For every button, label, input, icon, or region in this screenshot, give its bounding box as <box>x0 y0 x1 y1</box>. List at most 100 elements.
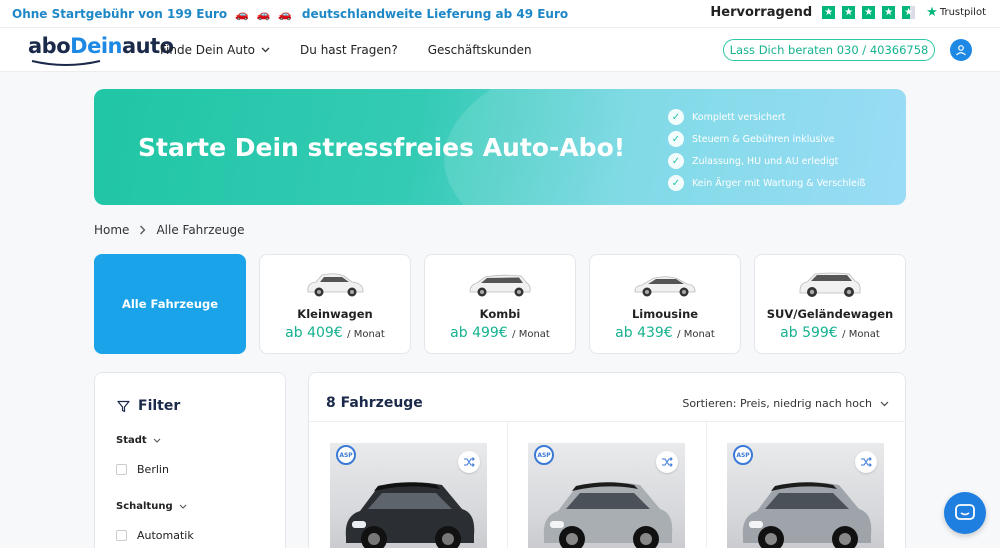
chat-icon <box>955 504 975 520</box>
filter-group-label: Stadt <box>116 435 147 446</box>
promo-bar: Ohne Startgebühr von 199 Euro 🚗 🚗 🚗 deut… <box>0 0 1000 28</box>
benefit-text: Steuern & Gebühren inklusive <box>692 133 835 145</box>
nav-item-label: Geschäftskunden <box>427 43 532 57</box>
chevron-down-icon <box>880 401 889 406</box>
nav-item-finde-dein-auto[interactable]: Finde Dein Auto <box>160 43 270 57</box>
nav-menu: Finde Dein Auto Du hast Fragen? Geschäft… <box>160 43 532 57</box>
category-name: Kombi <box>479 307 521 321</box>
price-value: ab 499€ <box>450 325 508 341</box>
site-logo[interactable]: aboDeinauto <box>28 34 174 58</box>
filter-option-label: Automatik <box>137 529 194 542</box>
category-name: SUV/Geländewagen <box>766 307 894 321</box>
filter-heading: Filter <box>117 398 180 414</box>
category-price: ab 409€ / Monat <box>260 325 410 341</box>
filter-group-stadt[interactable]: Stadt <box>116 435 161 446</box>
main-nav: aboDeinauto Finde Dein Auto Du hast Frag… <box>0 28 1000 72</box>
vehicle-card[interactable]: ASP <box>528 443 685 548</box>
logo-prefix: abo <box>28 34 71 58</box>
category-suv[interactable]: SUV/Geländewagen ab 599€ / Monat <box>754 254 906 354</box>
trustpilot-label: Trustpilot <box>939 7 986 18</box>
sort-label: Sortieren: Preis, niedrig nach hoch <box>682 397 872 410</box>
suv-car-icon <box>799 272 861 297</box>
trustpilot-star-icon: ★ <box>926 5 938 20</box>
funnel-icon <box>117 400 130 412</box>
trustpilot-logo: ★ Trustpilot <box>926 5 986 20</box>
price-value: ab 439€ <box>615 325 673 341</box>
category-limousine[interactable]: Limousine ab 439€ / Monat <box>589 254 741 354</box>
breadcrumb: Home Alle Fahrzeuge <box>94 223 245 237</box>
chat-launcher-button[interactable] <box>944 492 986 534</box>
filter-option-automatik[interactable]: Automatik <box>116 529 194 542</box>
chevron-down-icon <box>261 47 270 53</box>
category-price: ab 439€ / Monat <box>590 325 740 341</box>
divider <box>309 421 905 422</box>
consult-phone-button[interactable]: Lass Dich beraten 030 / 40366758 <box>723 39 935 61</box>
breadcrumb-home[interactable]: Home <box>94 223 129 237</box>
benefit-list: ✓ Komplett versichert ✓ Steuern & Gebühren… <box>668 106 866 194</box>
car-photo <box>543 482 673 548</box>
nav-item-geschaeftskunden[interactable]: Geschäftskunden <box>428 43 532 57</box>
trustpilot-rating[interactable]: Hervorragend ★ ★ ★ ★ ★ ★ Trustpilot <box>710 5 986 20</box>
divider <box>706 421 707 548</box>
benefit-text: Komplett versichert <box>692 111 786 123</box>
car-photo <box>742 482 872 548</box>
chevron-right-icon <box>140 225 146 235</box>
half-star-icon: ★ <box>902 6 916 19</box>
category-all-vehicles[interactable]: Alle Fahrzeuge <box>94 254 246 354</box>
vehicle-card[interactable]: ASP <box>330 443 487 548</box>
estate-car-icon <box>469 274 531 297</box>
price-unit: / Monat <box>677 329 715 340</box>
filter-panel: Filter Stadt Berlin Schaltung Automatik <box>94 372 286 548</box>
benefit-text: Zulassung, HU und AU erledigt <box>692 155 839 167</box>
category-kleinwagen[interactable]: Kleinwagen ab 409€ / Monat <box>259 254 411 354</box>
star-icon: ★ <box>862 6 876 19</box>
star-icon: ★ <box>842 6 856 19</box>
user-icon <box>956 45 966 56</box>
check-icon: ✓ <box>668 131 684 147</box>
vehicle-card[interactable]: ASP <box>727 443 884 548</box>
chevron-down-icon <box>153 438 161 443</box>
benefit-text: Kein Ärger mit Wartung & Verschleiß <box>692 177 866 189</box>
nav-item-fragen[interactable]: Du hast Fragen? <box>300 43 398 57</box>
category-kombi[interactable]: Kombi ab 499€ / Monat <box>424 254 576 354</box>
divider <box>507 421 508 548</box>
check-icon: ✓ <box>668 153 684 169</box>
category-name: Kleinwagen <box>297 307 373 321</box>
hero-banner: Starte Dein stressfreies Auto-Abo! ✓ Komp… <box>94 89 906 205</box>
filter-group-schaltung[interactable]: Schaltung <box>116 501 187 512</box>
benefit-item: ✓ Kein Ärger mit Wartung & Verschleiß <box>668 172 866 194</box>
nav-item-label: Du hast Fragen? <box>300 43 398 57</box>
price-value: ab 409€ <box>285 325 343 341</box>
filter-option-label: Berlin <box>137 463 169 476</box>
checkbox[interactable] <box>116 530 127 541</box>
rating-label: Hervorragend <box>710 5 813 20</box>
results-panel: 8 Fahrzeuge Sortieren: Preis, niedrig na… <box>308 372 906 548</box>
filter-option-berlin[interactable]: Berlin <box>116 463 169 476</box>
sedan-car-icon <box>634 276 696 297</box>
price-value: ab 599€ <box>780 325 838 341</box>
promo-delivery: deutschlandweite Lieferung ab 49 Euro <box>301 7 569 21</box>
category-price: ab 599€ / Monat <box>755 325 905 341</box>
category-name: Limousine <box>631 307 699 321</box>
filter-title: Filter <box>138 398 181 414</box>
benefit-item: ✓ Steuern & Gebühren inklusive <box>668 128 866 150</box>
check-icon: ✓ <box>668 175 684 191</box>
price-unit: / Monat <box>512 329 550 340</box>
promo-left: Ohne Startgebühr von 199 Euro 🚗 🚗 🚗 deut… <box>12 7 568 21</box>
breadcrumb-current: Alle Fahrzeuge <box>156 223 245 237</box>
car-emoji-icons: 🚗 🚗 🚗 <box>235 7 294 21</box>
promo-start-fee: Ohne Startgebühr von 199 Euro <box>12 7 228 21</box>
nav-item-label: Finde Dein Auto <box>160 43 256 57</box>
category-label: Alle Fahrzeuge <box>121 297 219 311</box>
price-unit: / Monat <box>347 329 385 340</box>
hero-title: Starte Dein stressfreies Auto-Abo! <box>138 133 626 162</box>
checkbox[interactable] <box>116 464 127 475</box>
logo-accent: Dein <box>70 34 122 58</box>
category-price: ab 499€ / Monat <box>425 325 575 341</box>
account-button[interactable] <box>950 39 972 61</box>
sort-dropdown[interactable]: Sortieren: Preis, niedrig nach hoch <box>682 397 889 410</box>
car-photo <box>345 482 475 548</box>
star-icon: ★ <box>822 6 836 19</box>
filter-group-label: Schaltung <box>116 501 173 512</box>
benefit-item: ✓ Zulassung, HU und AU erledigt <box>668 150 866 172</box>
